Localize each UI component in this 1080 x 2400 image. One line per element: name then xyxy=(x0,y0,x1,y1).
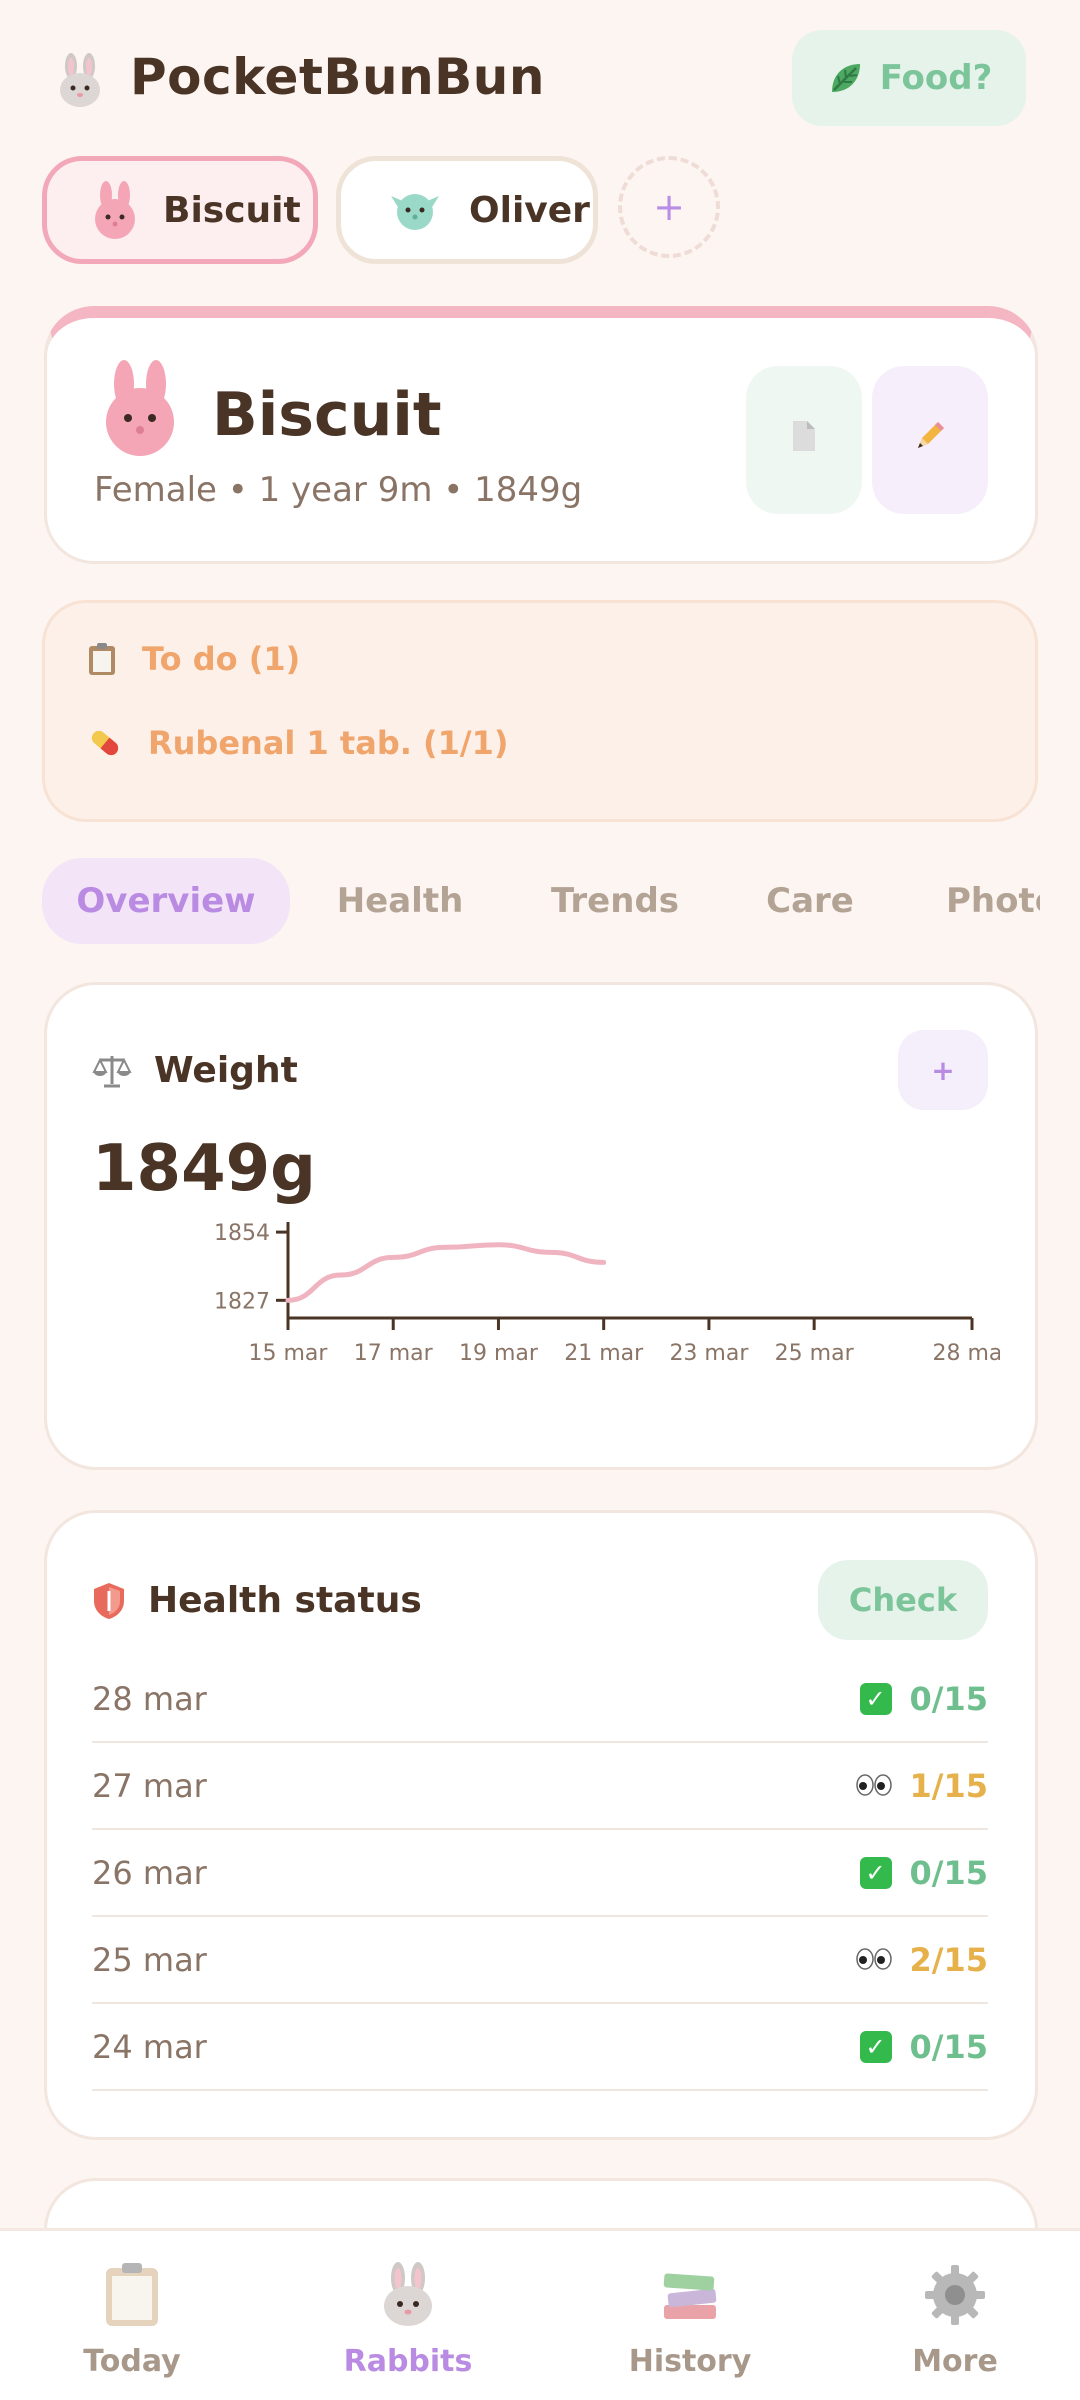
health-row-value: 0/15 xyxy=(909,1679,988,1718)
health-row-date: 25 mar xyxy=(92,1940,207,1979)
nav-label: Rabbits xyxy=(343,2344,473,2379)
shield-icon xyxy=(92,1581,126,1621)
nav-more[interactable]: More xyxy=(845,2260,1065,2379)
current-weight: 1849g xyxy=(92,1132,316,1206)
check-health-button[interactable]: Check xyxy=(818,1560,988,1640)
rabbit-chip-biscuit[interactable]: Biscuit xyxy=(42,156,318,264)
food-button[interactable]: Food? xyxy=(792,30,1026,126)
add-weight-button[interactable]: + xyxy=(898,1030,988,1110)
chart-x-tick-label: 17 mar xyxy=(354,1341,434,1366)
weight-series-line xyxy=(285,1242,607,1303)
app-title: PocketBunBun xyxy=(130,48,545,106)
nav-label: More xyxy=(912,2344,998,2379)
clipboard-icon xyxy=(97,2260,167,2330)
eyes-icon xyxy=(855,1767,892,1805)
health-row-value: 1/15 xyxy=(909,1766,988,1805)
check-mark-icon: ✓ xyxy=(859,2030,892,2063)
todo-item-label: Rubenal 1 tab. (1/1) xyxy=(148,724,509,762)
health-row-status: 1/15 xyxy=(855,1766,988,1805)
edit-profile-button[interactable] xyxy=(872,366,988,514)
document-button[interactable] xyxy=(746,366,862,514)
health-row[interactable]: 24 mar ✓ 0/15 xyxy=(92,2004,988,2091)
todo-item[interactable]: Rubenal 1 tab. (1/1) xyxy=(86,724,508,762)
leafy-green-icon xyxy=(826,58,866,98)
rabbit-chip-label: Oliver xyxy=(469,189,590,231)
add-rabbit-button[interactable]: + xyxy=(618,156,720,258)
profile-info: Female • 1 year 9m • 1849g xyxy=(94,470,583,510)
weight-chart: 1854 1827 15 mar 17 mar 19 mar 21 mar 23 mar 25… xyxy=(214,1221,1000,1366)
health-row-value: 0/15 xyxy=(909,2027,988,2066)
eyes-icon xyxy=(855,1941,892,1979)
health-row-status: ✓ 0/15 xyxy=(859,2027,988,2066)
nav-history[interactable]: History xyxy=(580,2260,800,2379)
health-row-status: ✓ 0/15 xyxy=(859,1853,988,1892)
health-row-date: 28 mar xyxy=(92,1679,207,1718)
weight-title-label: Weight xyxy=(154,1050,298,1091)
health-row-date: 26 mar xyxy=(92,1853,207,1892)
todo-title-label: To do (1) xyxy=(142,640,301,678)
chart-x-tick-label: 28 mar xyxy=(933,1341,1000,1366)
health-row-date: 27 mar xyxy=(92,1766,207,1805)
nav-label: History xyxy=(628,2344,752,2379)
nav-label: Today xyxy=(83,2344,181,2379)
tab-photo[interactable]: Photo xyxy=(946,858,1040,944)
health-row-value: 0/15 xyxy=(909,1853,988,1892)
tab-trends[interactable]: Trends xyxy=(530,858,700,944)
tab-care[interactable]: Care xyxy=(740,858,880,944)
health-row[interactable]: 25 mar 2/15 xyxy=(92,1917,988,2004)
health-row-value: 2/15 xyxy=(909,1940,988,1979)
health-row-status: 2/15 xyxy=(855,1940,988,1979)
tab-overview[interactable]: Overview xyxy=(42,858,290,944)
chart-x-tick-label: 21 mar xyxy=(564,1341,644,1366)
balance-scale-icon xyxy=(92,1052,132,1090)
rabbit-icon xyxy=(373,2260,443,2330)
rabbit-chip-label: Biscuit xyxy=(163,189,301,231)
profile-name: Biscuit xyxy=(212,380,442,450)
health-row-date: 24 mar xyxy=(92,2027,207,2066)
nav-today[interactable]: Today xyxy=(22,2260,242,2379)
books-icon xyxy=(655,2260,725,2330)
pink-bunny-face-icon xyxy=(93,181,137,239)
health-row[interactable]: 27 mar 1/15 xyxy=(92,1743,988,1830)
teal-bunny-face-icon xyxy=(387,188,443,232)
health-row[interactable]: 28 mar ✓ 0/15 xyxy=(92,1656,988,1743)
pink-bunny-avatar-icon xyxy=(100,360,180,456)
food-button-label: Food? xyxy=(879,58,993,98)
chart-x-tick-label: 15 mar xyxy=(249,1341,329,1366)
rabbit-logo-icon xyxy=(52,52,108,108)
tab-photo-clip: Photo xyxy=(920,858,1040,944)
todo-card xyxy=(42,600,1038,822)
clipboard-icon xyxy=(86,642,118,676)
chart-x-tick-label: 19 mar xyxy=(459,1341,539,1366)
todo-title: To do (1) xyxy=(86,640,300,678)
chart-y-tick-label: 1827 xyxy=(214,1289,270,1314)
chart-x-tick-label: 23 mar xyxy=(669,1341,749,1366)
health-status-title: Health status xyxy=(92,1580,422,1621)
gear-icon xyxy=(920,2260,990,2330)
health-status-title-label: Health status xyxy=(148,1580,422,1621)
document-icon xyxy=(789,419,819,462)
rabbit-chip-oliver[interactable]: Oliver xyxy=(336,156,598,264)
chart-y-tick-label: 1854 xyxy=(214,1221,270,1246)
chart-x-tick-label: 25 mar xyxy=(775,1341,855,1366)
pill-icon xyxy=(86,724,124,762)
health-row-status: ✓ 0/15 xyxy=(859,1679,988,1718)
check-mark-icon: ✓ xyxy=(859,1856,892,1889)
check-mark-icon: ✓ xyxy=(859,1682,892,1715)
pencil-icon xyxy=(912,418,948,463)
nav-rabbits[interactable]: Rabbits xyxy=(298,2260,518,2379)
health-row[interactable]: 26 mar ✓ 0/15 xyxy=(92,1830,988,1917)
tab-health[interactable]: Health xyxy=(320,858,480,944)
weight-title: Weight xyxy=(92,1050,298,1091)
